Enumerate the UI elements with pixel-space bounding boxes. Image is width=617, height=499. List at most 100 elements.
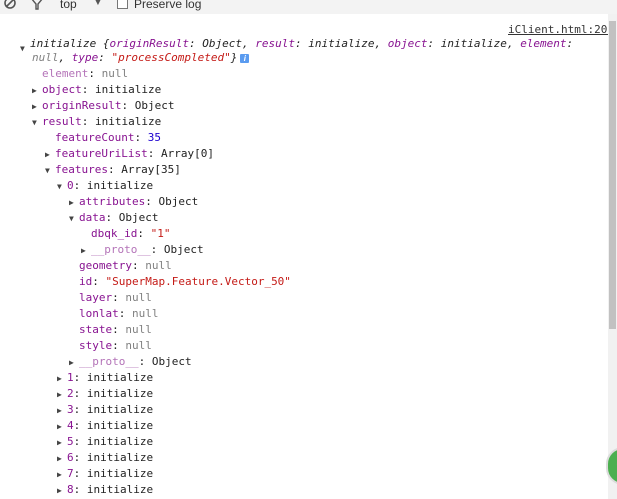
prop-key: 4 bbox=[67, 419, 74, 432]
expand-triangle-icon[interactable]: ▶ bbox=[57, 436, 67, 449]
expand-triangle-icon[interactable]: ▶ bbox=[57, 404, 67, 417]
prop-attributes[interactable]: ▶ attributes: Object bbox=[69, 195, 198, 208]
expand-triangle-icon[interactable]: ▶ bbox=[69, 356, 79, 369]
prop-key: 7 bbox=[67, 467, 74, 480]
summary-key: type bbox=[71, 51, 99, 64]
list-item[interactable]: ▶ 3: initialize bbox=[57, 403, 153, 416]
prop-feature-0[interactable]: ▼ 0: initialize bbox=[57, 179, 153, 192]
prop-key: 8 bbox=[67, 483, 74, 496]
expand-triangle-icon[interactable]: ▶ bbox=[32, 100, 42, 113]
summary-class-name: initialize bbox=[30, 37, 97, 50]
collapse-triangle-icon[interactable]: ▼ bbox=[69, 212, 79, 225]
summary-brace: { bbox=[96, 37, 110, 50]
list-item[interactable]: ▶ 4: initialize bbox=[57, 419, 153, 432]
collapse-triangle-icon[interactable]: ▼ bbox=[32, 116, 42, 129]
prop-key: featureCount bbox=[55, 131, 135, 144]
expand-triangle-icon[interactable]: ▶ bbox=[57, 420, 67, 433]
context-selector[interactable]: top bbox=[60, 0, 77, 11]
prop-value: null bbox=[125, 323, 152, 336]
prop-key: lonlat bbox=[79, 307, 119, 320]
prop-style: style: null bbox=[79, 339, 152, 352]
prop-value: null bbox=[145, 259, 172, 272]
collapse-triangle-icon[interactable]: ▼ bbox=[45, 164, 55, 177]
prop-value: initialize bbox=[86, 451, 154, 464]
prop-key: __proto__ bbox=[91, 243, 151, 256]
expand-triangle-icon[interactable]: ▶ bbox=[57, 452, 67, 465]
scrollbar-thumb[interactable] bbox=[609, 21, 616, 329]
prop-value: Object bbox=[134, 99, 175, 112]
summary-key: object bbox=[387, 37, 428, 50]
expand-triangle-icon[interactable]: ▶ bbox=[57, 484, 67, 497]
prop-layer: layer: null bbox=[79, 291, 152, 304]
prop-originResult[interactable]: ▶ originResult: Object bbox=[32, 99, 174, 112]
prop-state: state: null bbox=[79, 323, 152, 336]
prop-key: features bbox=[55, 163, 108, 176]
prop-value: null bbox=[125, 339, 152, 352]
prop-key: __proto__ bbox=[79, 355, 139, 368]
prop-value: Object bbox=[151, 355, 192, 368]
prop-proto-feature[interactable]: ▶ __proto__: Object bbox=[69, 355, 192, 368]
prop-value: "SuperMap.Feature.Vector_50" bbox=[105, 275, 291, 288]
expand-triangle-icon[interactable]: ▶ bbox=[57, 468, 67, 481]
prop-value: initialize bbox=[86, 419, 154, 432]
prop-key: attributes bbox=[79, 195, 146, 208]
prop-value: null bbox=[132, 307, 159, 320]
prop-proto-data[interactable]: ▶ __proto__: Object bbox=[81, 243, 204, 256]
prop-geometry: geometry: null bbox=[79, 259, 172, 272]
summary-brace: } bbox=[230, 51, 238, 64]
expand-triangle-icon[interactable]: ▶ bbox=[69, 196, 79, 209]
expand-triangle-icon[interactable]: ▶ bbox=[57, 372, 67, 385]
filter-icon[interactable] bbox=[30, 0, 44, 10]
log-summary-cont: null, type: "processCompleted"} i bbox=[32, 51, 250, 64]
prop-value: initialize bbox=[95, 115, 162, 128]
list-item[interactable]: ▶ 8: initialize bbox=[57, 483, 153, 496]
prop-data[interactable]: ▼ data: Object bbox=[69, 211, 159, 224]
clear-console-icon[interactable] bbox=[4, 0, 18, 10]
prop-id: id: "SuperMap.Feature.Vector_50" bbox=[79, 275, 291, 288]
prop-key: 5 bbox=[67, 435, 74, 448]
expand-triangle-icon[interactable]: ▶ bbox=[45, 148, 55, 161]
prop-key: featureUriList bbox=[55, 147, 148, 160]
prop-features[interactable]: ▼ features: Array[35] bbox=[45, 163, 181, 176]
expand-triangle-icon[interactable]: ▶ bbox=[57, 388, 67, 401]
prop-element: element: null bbox=[42, 67, 129, 80]
list-item[interactable]: ▶ 2: initialize bbox=[57, 387, 153, 400]
summary-key: result bbox=[255, 37, 295, 50]
prop-key: 6 bbox=[67, 451, 74, 464]
prop-result[interactable]: ▼ result: initialize bbox=[32, 115, 161, 128]
console-toolbar: top ▼ Preserve log bbox=[0, 0, 617, 14]
prop-value: initialize bbox=[86, 435, 154, 448]
collapse-triangle-icon[interactable]: ▼ bbox=[57, 180, 67, 193]
prop-value: Object bbox=[163, 243, 204, 256]
preserve-log-checkbox[interactable] bbox=[117, 0, 128, 9]
prop-key: layer bbox=[79, 291, 113, 304]
prop-key: state bbox=[79, 323, 113, 336]
source-link[interactable]: iClient.html:205 bbox=[508, 23, 614, 36]
log-summary[interactable]: ▼ initialize {originResult: Object, resul… bbox=[20, 37, 573, 53]
prop-value: initialize bbox=[86, 467, 154, 480]
info-icon[interactable]: i bbox=[240, 53, 250, 63]
vertical-scrollbar[interactable] bbox=[608, 14, 617, 499]
prop-featureUriList[interactable]: ▶ featureUriList: Array[0] bbox=[45, 147, 214, 160]
expand-triangle-icon[interactable]: ▶ bbox=[32, 84, 42, 97]
prop-key: id bbox=[79, 275, 93, 288]
prop-value: Array[0] bbox=[160, 147, 214, 160]
chevron-down-icon[interactable]: ▼ bbox=[93, 0, 103, 8]
prop-key: result bbox=[42, 115, 82, 128]
prop-value: 35 bbox=[147, 131, 161, 144]
prop-object[interactable]: ▶ object: initialize bbox=[32, 83, 161, 96]
expand-triangle-icon[interactable]: ▶ bbox=[81, 244, 91, 257]
expand-triangle-icon[interactable]: ▼ bbox=[20, 42, 30, 55]
list-item[interactable]: ▶ 1: initialize bbox=[57, 371, 153, 384]
prop-dbqk-id: dbqk_id: "1" bbox=[91, 227, 171, 240]
prop-value: initialize bbox=[95, 83, 162, 96]
prop-value: initialize bbox=[86, 483, 154, 496]
summary-value: "processCompleted" bbox=[111, 51, 231, 64]
list-item[interactable]: ▶ 6: initialize bbox=[57, 451, 153, 464]
prop-value: Object bbox=[118, 211, 159, 224]
list-item[interactable]: ▶ 7: initialize bbox=[57, 467, 153, 480]
prop-key: geometry bbox=[79, 259, 132, 272]
prop-value: null bbox=[101, 67, 129, 80]
list-item[interactable]: ▶ 5: initialize bbox=[57, 435, 153, 448]
summary-value: initialize bbox=[440, 37, 507, 50]
